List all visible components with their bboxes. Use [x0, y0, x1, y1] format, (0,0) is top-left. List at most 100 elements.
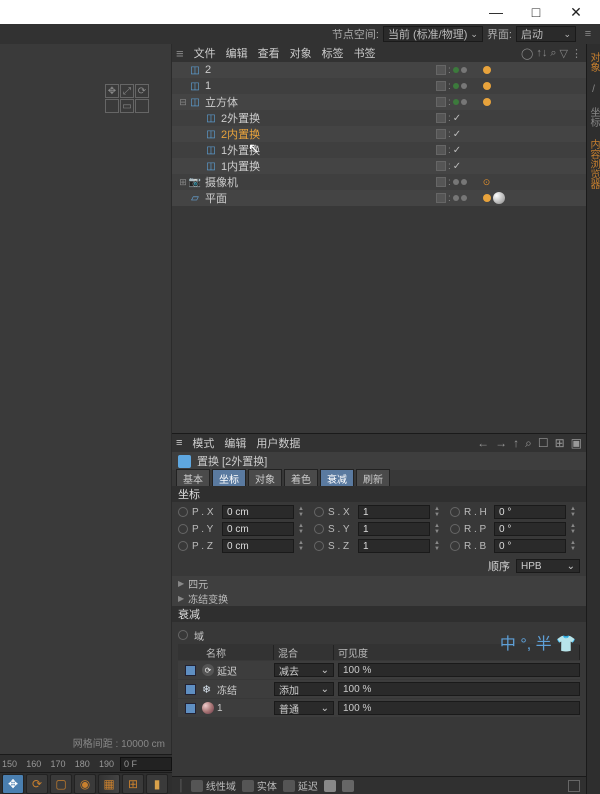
nav-rotate-icon[interactable]: ⟳: [135, 84, 149, 98]
am-tab-0[interactable]: 基本: [176, 469, 210, 488]
blend-mode-dropdown[interactable]: 普通⌄: [274, 701, 334, 715]
input-rb[interactable]: 0 °: [494, 539, 566, 553]
node-space-dropdown[interactable]: 当前 (标准/物理) ⌄: [383, 26, 483, 42]
sidetab-browser[interactable]: 内容浏览器: [586, 133, 600, 195]
layer-box-icon[interactable]: [436, 193, 446, 203]
btn-folder[interactable]: [324, 780, 336, 792]
enable-check-icon[interactable]: ✓: [453, 161, 461, 172]
input-px[interactable]: 0 cm: [222, 505, 294, 519]
enable-checkbox[interactable]: [185, 703, 196, 714]
anim-dot-icon[interactable]: [178, 524, 188, 534]
layout-dropdown[interactable]: 启动 ⌄: [516, 26, 576, 42]
domain-name[interactable]: 1: [202, 702, 274, 714]
anim-dot-icon[interactable]: [178, 541, 188, 551]
layer-box-icon[interactable]: [436, 177, 446, 187]
om-tool-filter-icon[interactable]: ▽: [560, 47, 568, 60]
object-row[interactable]: ◫1内置换:✓: [172, 158, 586, 174]
enable-checkbox[interactable]: [185, 665, 196, 676]
om-tool-eye-icon[interactable]: ◯: [521, 47, 533, 60]
nav-zoom-icon[interactable]: ⤢: [120, 84, 134, 98]
object-name[interactable]: 平面: [205, 190, 227, 206]
window-minimize[interactable]: —: [476, 1, 516, 23]
expand-toggle-icon[interactable]: ⊞: [178, 177, 188, 188]
object-row[interactable]: ◫2内置换:✓: [172, 126, 586, 142]
object-name[interactable]: 立方体: [205, 94, 238, 110]
record-tool[interactable]: ◉: [74, 774, 96, 794]
render-dot-icon[interactable]: [461, 179, 467, 185]
layer-box-icon[interactable]: [436, 97, 446, 107]
object-name[interactable]: 2外置换: [221, 110, 260, 126]
am-tab-4[interactable]: 衰减: [320, 469, 354, 488]
input-sz[interactable]: 1: [358, 539, 430, 553]
input-pz[interactable]: 0 cm: [222, 539, 294, 553]
render-dot-icon[interactable]: [453, 179, 459, 185]
object-row[interactable]: ⊞📷摄像机:⊙: [172, 174, 586, 190]
anim-dot-icon[interactable]: [450, 541, 460, 551]
visibility-dot-icon[interactable]: [453, 67, 459, 73]
am-newwin-icon[interactable]: ⊞: [555, 436, 565, 451]
scale-tool[interactable]: ▢: [50, 774, 72, 794]
layer-box-icon[interactable]: [436, 145, 446, 155]
om-tool-more-icon[interactable]: ⋮: [571, 47, 582, 60]
viewport[interactable]: ✥ ⤢ ⟳ ▭ 网格间距 : 10000 cm: [0, 44, 172, 754]
trash-icon[interactable]: [568, 780, 580, 792]
render-dot-icon[interactable]: [461, 67, 467, 73]
object-row[interactable]: ⊟◫立方体:: [172, 94, 586, 110]
am-mode-icon[interactable]: ▣: [571, 436, 582, 451]
am-search-icon[interactable]: ⌕: [525, 436, 532, 451]
am-tab-3[interactable]: 着色: [284, 469, 318, 488]
render-dot-icon[interactable]: [461, 195, 467, 201]
om-menu-view[interactable]: 查看: [258, 45, 280, 61]
am-nav-back-icon[interactable]: ←: [477, 436, 489, 451]
visibility-dot-icon[interactable]: [453, 83, 459, 89]
anim-dot-icon[interactable]: [450, 507, 460, 517]
om-tool-search-icon[interactable]: ⌕: [550, 47, 556, 60]
input-sy[interactable]: 1: [358, 522, 430, 536]
film-tool[interactable]: ▮: [146, 774, 168, 794]
object-name[interactable]: 1: [205, 80, 211, 92]
btn-clipboard[interactable]: [342, 780, 354, 792]
object-row[interactable]: ▱平面:: [172, 190, 586, 206]
am-menu-edit[interactable]: 编辑: [224, 435, 246, 451]
am-nav-up-icon[interactable]: ↑: [513, 436, 519, 451]
om-menu-tags[interactable]: 标签: [322, 45, 344, 61]
move-tool[interactable]: ✥: [2, 774, 24, 794]
enable-check-icon[interactable]: ✓: [453, 113, 461, 124]
visibility-dot-icon[interactable]: [453, 99, 459, 105]
anim-dot-icon[interactable]: [314, 524, 324, 534]
layer-box-icon[interactable]: [436, 65, 446, 75]
visibility-input[interactable]: 100 %: [338, 701, 580, 715]
input-rp[interactable]: 0 °: [494, 522, 566, 536]
group-freeze[interactable]: ▶冻结变换: [172, 591, 586, 606]
btn-linear-field[interactable]: 线性域: [191, 778, 236, 793]
group-quaternion[interactable]: ▶四元: [172, 576, 586, 591]
object-name[interactable]: 2: [205, 64, 211, 76]
menu-toggle-icon[interactable]: ≡: [580, 26, 596, 42]
autokey-tool[interactable]: ⊞: [122, 774, 144, 794]
object-row[interactable]: ◫1外置换:✓: [172, 142, 586, 158]
layer-box-icon[interactable]: [436, 129, 446, 139]
btn-solid[interactable]: 实体: [242, 778, 277, 793]
object-name[interactable]: 1内置换: [221, 158, 260, 174]
domain-name[interactable]: ⟳延迟: [202, 663, 274, 678]
blend-mode-dropdown[interactable]: 添加⌄: [274, 682, 334, 696]
expand-toggle-icon[interactable]: ⊟: [178, 97, 188, 108]
render-dot-icon[interactable]: [461, 99, 467, 105]
am-nav-fwd-icon[interactable]: →: [495, 436, 507, 451]
sidetab-coords[interactable]: 坐标: [586, 101, 600, 133]
blend-mode-dropdown[interactable]: 减去⌄: [274, 663, 334, 677]
visibility-input[interactable]: 100 %: [338, 682, 580, 696]
visibility-input[interactable]: 100 %: [338, 663, 580, 677]
object-name[interactable]: 2内置换: [221, 126, 260, 142]
enable-check-icon[interactable]: ✓: [453, 129, 461, 140]
render-dot-icon[interactable]: [453, 195, 459, 201]
hamburger-icon[interactable]: ≡: [176, 437, 182, 449]
om-tool-swap-icon[interactable]: ↑↓: [536, 47, 547, 60]
object-row[interactable]: ◫1:: [172, 78, 586, 94]
anim-dot-icon[interactable]: [450, 524, 460, 534]
domain-name[interactable]: ❄冻结: [202, 682, 274, 697]
anim-dot-icon[interactable]: [314, 507, 324, 517]
am-lock-icon[interactable]: ☐: [538, 436, 549, 451]
render-dot-icon[interactable]: [461, 83, 467, 89]
om-menu-edit[interactable]: 编辑: [226, 45, 248, 61]
